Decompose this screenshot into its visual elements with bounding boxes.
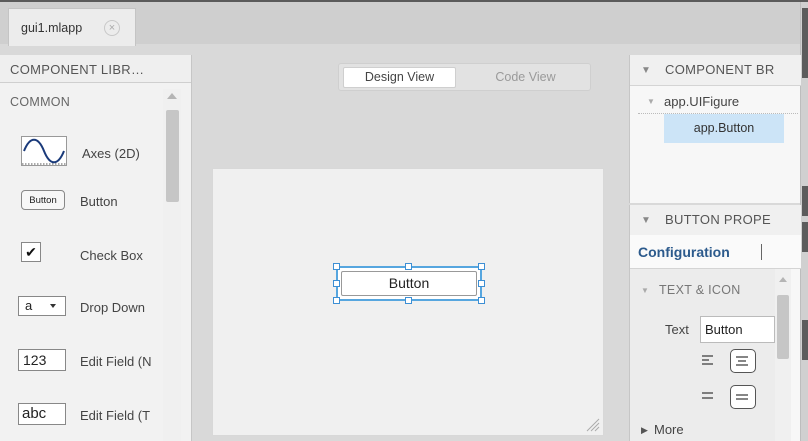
section-collapse-icon[interactable]: ▼ <box>641 286 649 295</box>
resize-handle[interactable] <box>333 263 340 270</box>
tree-collapse-icon[interactable]: ▼ <box>647 97 655 106</box>
component-library-title: COMPONENT LIBR… <box>10 62 145 77</box>
text-field-icon: abc <box>18 403 66 425</box>
library-item-label: Edit Field (T <box>80 408 151 423</box>
document-tab[interactable]: gui1.mlapp × <box>8 8 136 46</box>
close-tab-icon[interactable]: × <box>104 20 120 36</box>
text-property-field[interactable]: Button <box>700 316 775 343</box>
text-property-label: Text <box>665 322 689 337</box>
chevron-down-icon <box>50 304 56 308</box>
canvas-button[interactable]: Button <box>333 263 485 304</box>
button-properties-panel: ▼ BUTTON PROPE Configuration ▼ TEXT & IC… <box>629 205 801 441</box>
align-center-icon <box>736 356 748 366</box>
property-tab-bar: Configuration <box>630 235 801 269</box>
resize-handle[interactable] <box>478 263 485 270</box>
button-properties-header[interactable]: ▼ BUTTON PROPE <box>630 205 801 236</box>
tab-separator <box>761 244 762 260</box>
library-item-text-field[interactable]: abc Edit Field (T <box>0 391 163 441</box>
more-link[interactable]: More <box>654 422 684 437</box>
resize-handle[interactable] <box>405 263 412 270</box>
button-properties-title: BUTTON PROPE <box>665 212 771 227</box>
design-view-button[interactable]: Design View <box>343 67 456 88</box>
align-center-button[interactable] <box>730 349 756 373</box>
window-right-edge <box>800 2 808 441</box>
code-view-button[interactable]: Code View <box>469 67 582 88</box>
resize-handle[interactable] <box>478 280 485 287</box>
resize-handle[interactable] <box>478 297 485 304</box>
common-section-label: COMMON <box>10 95 71 109</box>
component-browser-header[interactable]: ▼ COMPONENT BR <box>630 55 801 86</box>
axes-icon <box>21 136 67 166</box>
resize-handle[interactable] <box>405 297 412 304</box>
tree-node-button[interactable]: app.Button <box>664 114 784 143</box>
component-browser-title: COMPONENT BR <box>665 62 775 77</box>
collapse-icon[interactable]: ▼ <box>641 65 651 76</box>
library-item-label: Check Box <box>80 248 143 263</box>
library-item-label: Button <box>80 194 118 209</box>
component-library-header[interactable]: COMPONENT LIBR… <box>0 55 191 83</box>
library-item-checkbox[interactable]: ✔ Check Box <box>0 231 163 281</box>
dropdown-icon: a <box>18 296 66 316</box>
resize-grip-icon[interactable] <box>584 416 600 432</box>
library-item-button[interactable]: Button Button <box>0 177 163 227</box>
scroll-up-icon[interactable] <box>167 93 177 99</box>
component-library-panel: COMPONENT LIBR… COMMON Axes (2D) Button … <box>0 55 192 441</box>
vertical-align-button[interactable] <box>730 385 756 409</box>
view-toggle: Design View Code View <box>338 63 591 91</box>
edge-marker <box>802 222 808 252</box>
collapse-icon[interactable]: ▼ <box>641 215 651 226</box>
properties-scrollbar-thumb[interactable] <box>777 295 789 359</box>
edge-marker <box>802 8 808 78</box>
document-tab-strip: gui1.mlapp × <box>0 2 808 46</box>
properties-scrollbar[interactable] <box>775 269 791 441</box>
checkbox-icon: ✔ <box>21 242 41 262</box>
edge-marker <box>802 186 808 216</box>
text-icon-section: ▼ TEXT & ICON Text Button ▶ More <box>630 269 775 441</box>
edge-marker <box>802 320 808 360</box>
canvas-button-label: Button <box>341 271 477 296</box>
tree-node-uifigure[interactable]: app.UIFigure <box>664 94 739 109</box>
library-scrollbar-thumb[interactable] <box>166 110 179 202</box>
numeric-field-icon: 123 <box>18 349 66 371</box>
library-item-label: Edit Field (N <box>80 354 152 369</box>
library-item-label: Drop Down <box>80 300 146 315</box>
scroll-up-icon[interactable] <box>779 277 787 282</box>
resize-handle[interactable] <box>333 280 340 287</box>
library-item-numeric-field[interactable]: 123 Edit Field (N <box>0 337 163 387</box>
button-icon: Button <box>21 190 65 210</box>
more-expand-icon[interactable]: ▶ <box>641 425 648 436</box>
configuration-tab[interactable]: Configuration <box>638 244 730 260</box>
align-left-icon[interactable] <box>702 354 714 366</box>
vertical-align-icon <box>736 394 748 400</box>
align-middle-icon[interactable] <box>702 391 714 401</box>
component-browser-panel: ▼ COMPONENT BR ▼ app.UIFigure app.Button <box>629 55 801 203</box>
library-item-axes[interactable]: Axes (2D) <box>0 129 163 179</box>
library-item-label: Axes (2D) <box>82 146 140 161</box>
document-tab-label: gui1.mlapp <box>21 21 83 35</box>
resize-handle[interactable] <box>333 297 340 304</box>
library-item-dropdown[interactable]: a Drop Down <box>0 283 163 333</box>
text-icon-section-title: TEXT & ICON <box>659 283 741 297</box>
